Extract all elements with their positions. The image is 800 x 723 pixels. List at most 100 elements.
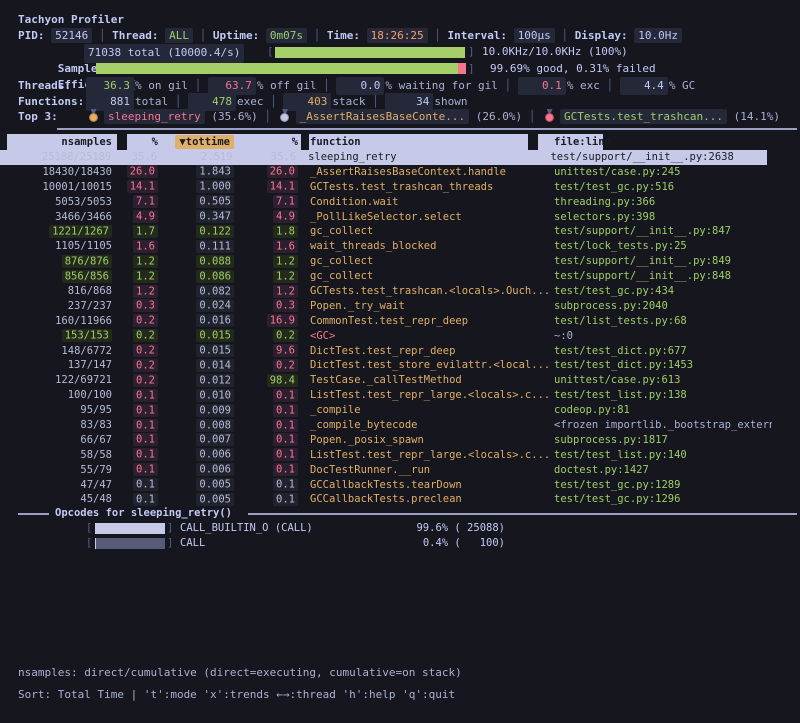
top3-function-name: _AssertRaisesBaseConte...	[296, 109, 470, 124]
cell-file-line: test/support/__init__.py:847	[554, 224, 772, 239]
opcode-row: []CALL_BUILTIN_O (CALL)99.6% ( 25088)	[0, 521, 800, 536]
cell-direct-pct: 4.9	[112, 210, 158, 225]
cell-cumulative-pct: 0.2	[234, 329, 298, 344]
table-row[interactable]: 1221/12671.70.1221.8gc_collecttest/suppo…	[0, 224, 800, 239]
table-row[interactable]: 160/119660.20.01616.9CommonTest.test_rep…	[0, 314, 800, 329]
display-label: Display:	[575, 29, 628, 42]
cell-cumulative-pct: 16.9	[234, 314, 298, 329]
column-header-file-line[interactable]: file:line	[554, 134, 772, 150]
pid-label: PID:	[18, 29, 45, 42]
table-row[interactable]: 5053/50537.10.5057.1Condition.waitthread…	[0, 195, 800, 210]
table-row[interactable]: 55/790.10.0060.1DocTestRunner.__rundocte…	[0, 463, 800, 478]
table-row[interactable]: 876/8761.20.0881.2gc_collecttest/support…	[0, 254, 800, 269]
column-header-nsamples[interactable]: nsamples	[18, 134, 112, 150]
cell-direct-pct-value: 0.3	[133, 299, 158, 312]
cell-function-name: GCCallbackTests.tearDown	[310, 478, 552, 493]
cell-direct-pct: 1.2	[112, 269, 158, 284]
column-header-direct-pct[interactable]: %	[112, 134, 158, 150]
nsamples-value: 25188/25189	[42, 151, 112, 163]
cell-tottime-value: 0.015	[196, 329, 234, 342]
separator: │	[258, 110, 278, 123]
cell-nsamples: 122/69721	[18, 373, 112, 388]
cell-file-line: subprocess.py:1817	[554, 433, 772, 448]
table-row[interactable]: 100/1000.10.0100.1ListTest.test_repr_lar…	[0, 388, 800, 403]
nsamples-value: 148/6772	[61, 345, 112, 357]
cell-direct-pct: 0.1	[112, 403, 158, 418]
opcode-name: CALL	[180, 536, 205, 551]
thread-value[interactable]: ALL	[165, 28, 193, 43]
top3-function-name: sleeping_retry	[104, 109, 205, 124]
table-row[interactable]: 153/1530.20.0150.2<GC>~:0	[0, 329, 800, 344]
function-unit: total	[135, 95, 168, 108]
table-row[interactable]: 816/8681.20.0821.2GCTests.test_trashcan.…	[0, 284, 800, 299]
table-row[interactable]: 122/697210.20.01298.4TestCase._callTestM…	[0, 373, 800, 388]
thread-label: Thread:	[112, 29, 158, 42]
table-row[interactable]: 83/830.10.0080.1_compile_bytecode<frozen…	[0, 418, 800, 433]
nsamples-value: 1105/1105	[55, 240, 112, 252]
cell-direct-pct: 0.2	[112, 373, 158, 388]
cell-cumulative-pct-value: 4.9	[273, 210, 298, 223]
cell-cumulative-pct-value: 0.1	[273, 419, 298, 432]
cell-file-line: threading.py:366	[554, 195, 772, 210]
cell-nsamples: 1105/1105	[18, 239, 112, 254]
separator: │	[193, 29, 213, 42]
cell-direct-pct-value: 4.9	[133, 210, 158, 223]
cell-direct-pct: 0.3	[112, 299, 158, 314]
cell-tottime: 0.007	[158, 433, 234, 448]
top3-item[interactable]: GCTests.test_trashcan... (14.1%)	[542, 110, 780, 123]
table-row[interactable]: 856/8561.20.0861.2gc_collecttest/support…	[0, 269, 800, 284]
table-row[interactable]: 66/670.10.0070.1Popen._posix_spawnsubpro…	[0, 433, 800, 448]
cell-cumulative-pct: 0.1	[234, 403, 298, 418]
column-header-tottime-sorted[interactable]: ▼tottime	[158, 134, 234, 150]
top3-item[interactable]: sleeping_retry (35.6%)	[86, 110, 258, 123]
separator: │	[555, 29, 575, 42]
table-row[interactable]: 58/580.10.0060.1ListTest.test_repr_large…	[0, 448, 800, 463]
cell-cumulative-pct-value: 1.2	[273, 255, 298, 268]
table-row[interactable]: 10001/1001514.11.00014.1GCTests.test_tra…	[0, 180, 800, 195]
efficiency-text: 99.69% good, 0.31% failed	[490, 61, 656, 77]
thread-unit: % off gil	[257, 79, 317, 92]
table-row[interactable]: 148/67720.20.0159.6DictTest.test_repr_de…	[0, 344, 800, 359]
efficiency-bar-failed	[458, 63, 466, 74]
nsamples-value: 816/868	[68, 285, 112, 297]
uptime-value: 0m07s	[266, 28, 307, 43]
table-row[interactable]: 3466/34664.90.3474.9_PollLikeSelector.se…	[0, 210, 800, 225]
functions-label: Functions:	[18, 94, 86, 110]
cell-tottime: 0.347	[158, 210, 234, 225]
table-row[interactable]: 25188/2518935.62.51935.6sleeping_retryte…	[0, 150, 767, 165]
nsamples-value: 45/48	[80, 493, 112, 505]
column-header-function[interactable]: function	[310, 134, 552, 150]
table-row[interactable]: 237/2370.30.0240.3Popen._try_waitsubproc…	[0, 299, 800, 314]
top3-item[interactable]: _AssertRaisesBaseConte... (26.0%)	[278, 110, 523, 123]
table-row[interactable]: 18430/1843026.01.84326.0_AssertRaisesBas…	[0, 165, 800, 180]
table-row[interactable]: 1105/11051.60.1111.6wait_threads_blocked…	[0, 239, 800, 254]
separator: │	[92, 29, 112, 42]
opcodes-title-row: Opcodes for sleeping_retry()	[0, 506, 800, 521]
opcode-bar-open-bracket: [	[86, 521, 92, 536]
cell-function-name: wait_threads_blocked	[310, 239, 552, 254]
interval-value: 100μs	[514, 28, 555, 43]
table-row[interactable]: 137/1470.20.0140.2DictTest.test_store_ev…	[0, 358, 800, 373]
separator: │	[428, 29, 448, 42]
cell-direct-pct: 1.2	[112, 284, 158, 299]
cell-file-line: <frozen importlib._bootstrap_externa	[554, 418, 772, 433]
separator: │	[522, 110, 542, 123]
separator: │	[316, 79, 336, 92]
top3-percentage: (14.1%)	[727, 110, 780, 123]
app-title: Tachyon Profiler	[0, 12, 800, 28]
cell-direct-pct-value: 0.2	[133, 374, 158, 387]
cell-direct-pct: 35.6	[111, 150, 157, 165]
nsamples-value: 237/237	[68, 300, 112, 312]
cell-function-name: Popen._posix_spawn	[310, 433, 552, 448]
cell-function-name: gc_collect	[310, 269, 552, 284]
top3-line: Top 3:sleeping_retry (35.6%) │ _AssertRa…	[0, 109, 800, 125]
cell-tottime-value: 0.006	[196, 463, 234, 476]
table-row[interactable]: 95/950.10.0090.1_compilecodeop.py:81	[0, 403, 800, 418]
table-row[interactable]: 47/470.10.0050.1GCCallbackTests.tearDown…	[0, 478, 800, 493]
cell-cumulative-pct-value: 14.1	[267, 180, 298, 193]
cell-direct-pct: 0.1	[112, 388, 158, 403]
cell-cumulative-pct: 0.3	[234, 299, 298, 314]
cell-direct-pct: 7.1	[112, 195, 158, 210]
column-header-cumulative-pct[interactable]: %	[234, 134, 298, 150]
top3-label: Top 3:	[18, 109, 86, 125]
